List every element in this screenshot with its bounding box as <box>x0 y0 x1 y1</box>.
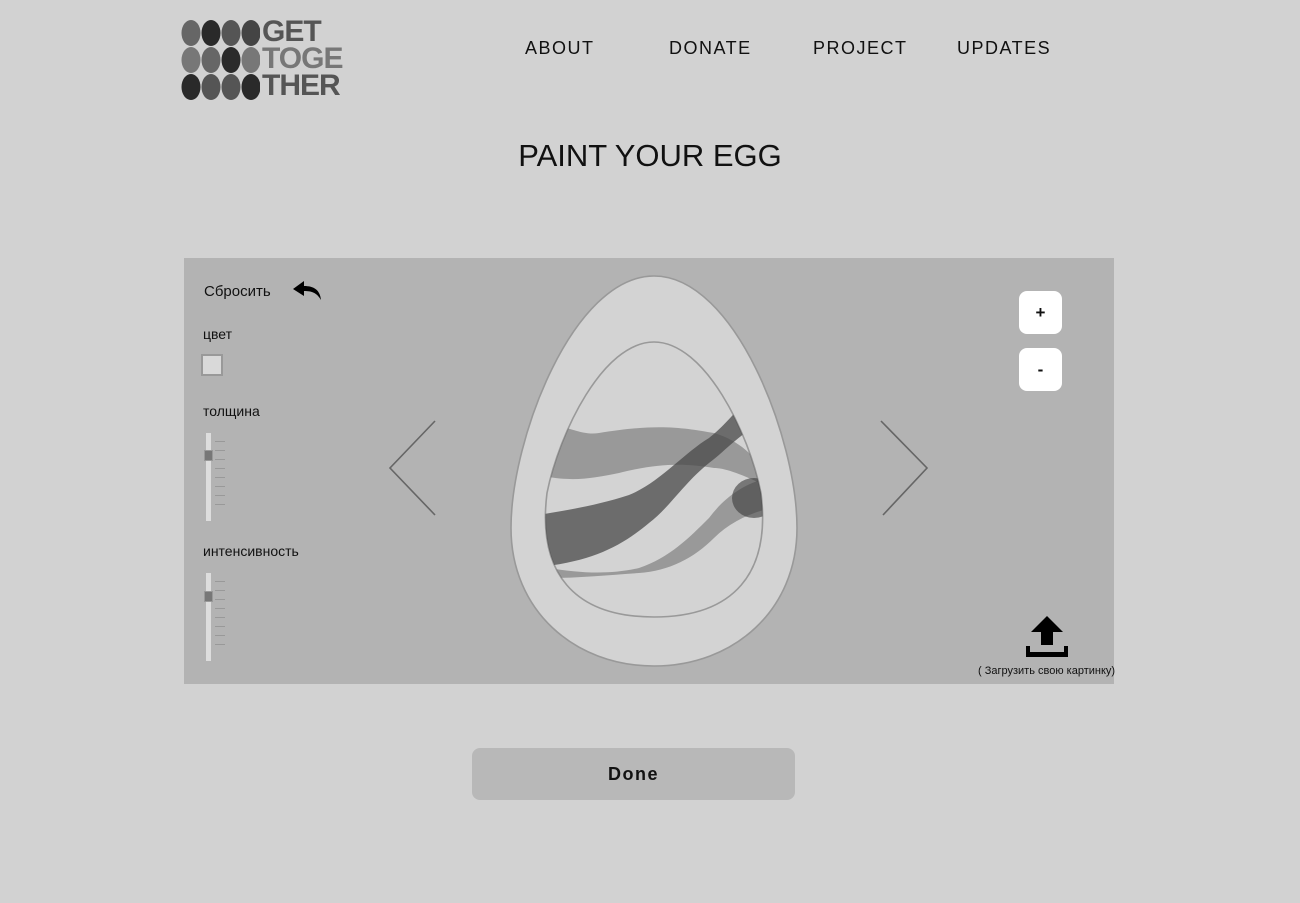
upload-icon[interactable] <box>1024 614 1070 660</box>
intensity-slider-ticks <box>215 581 225 653</box>
undo-icon[interactable] <box>292 278 322 302</box>
nav-project[interactable]: PROJECT <box>813 38 908 59</box>
nav-donate[interactable]: DONATE <box>669 38 752 59</box>
thickness-slider-ticks <box>215 441 225 513</box>
zoom-in-button[interactable]: + <box>1019 291 1062 334</box>
egg-canvas[interactable] <box>509 273 799 668</box>
thickness-slider[interactable] <box>202 433 226 521</box>
thickness-label: толщина <box>203 403 260 419</box>
egg-editor-panel: Сбросить цвет толщина интенсивность + - … <box>184 258 1115 684</box>
thickness-slider-handle[interactable] <box>204 450 213 461</box>
nav-about[interactable]: ABOUT <box>525 38 595 59</box>
page-title: PAINT YOUR EGG <box>518 138 782 173</box>
logo-eggs-icon <box>181 20 260 100</box>
intensity-slider[interactable] <box>202 573 226 661</box>
nav-updates[interactable]: UPDATES <box>957 38 1051 59</box>
reset-button[interactable]: Сбросить <box>204 283 271 300</box>
prev-arrow-icon[interactable] <box>386 418 440 518</box>
intensity-slider-track <box>206 573 211 661</box>
intensity-label: интенсивность <box>203 543 299 559</box>
logo-wordmark: GET TOGE THER <box>262 15 343 102</box>
thickness-slider-track <box>206 433 211 521</box>
color-label: цвет <box>203 326 233 342</box>
zoom-out-button[interactable]: - <box>1019 348 1062 391</box>
upload-image-link[interactable]: ( Загрузить свою картинку) <box>978 665 1115 677</box>
next-arrow-icon[interactable] <box>876 418 930 518</box>
color-picker-swatch[interactable] <box>201 354 223 376</box>
logo-line-3: THER <box>262 69 341 102</box>
logo[interactable]: GET TOGE THER <box>180 15 350 102</box>
logo-line-2: TOGE <box>262 42 343 75</box>
intensity-slider-handle[interactable] <box>204 591 213 602</box>
done-button[interactable]: Done <box>472 748 795 800</box>
logo-line-1: GET <box>262 15 322 48</box>
